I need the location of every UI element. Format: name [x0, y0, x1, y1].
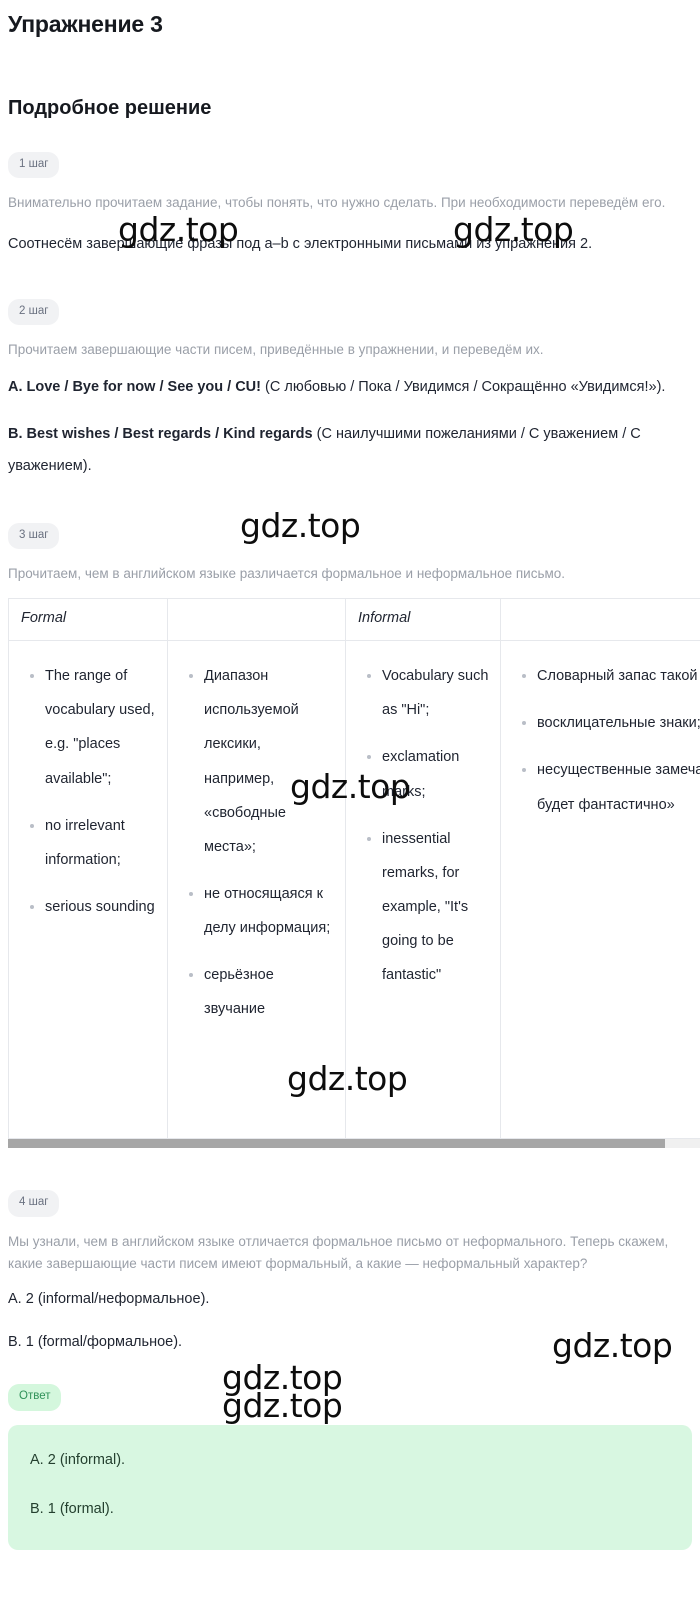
table-header-row: Formal Informal [9, 599, 700, 641]
table-header-formal: Formal [9, 599, 168, 641]
list-item: восклицательные знаки; [537, 706, 700, 740]
formal-ru-list: Диапазон используемой лексики, например,… [178, 659, 335, 1026]
table-row: The range of vocabulary used, e.g. "plac… [9, 641, 700, 1139]
list-item: несущественные замечания, например: «Это… [537, 753, 700, 821]
table-header-formal-ru [168, 599, 346, 641]
step-4-intro: Мы узнали, чем в английском языке отлича… [8, 1231, 692, 1275]
page-title: Упражнение 3 [8, 10, 692, 39]
step-4-result-b: B. 1 (formal/формальное). [8, 1331, 692, 1353]
list-item: серьёзное звучание [204, 958, 335, 1026]
step-badge-1: 1 шаг [8, 152, 59, 179]
step-badge-4: 4 шаг [8, 1190, 59, 1217]
step-2-item-b: B. Best wishes / Best regards / Kind reg… [8, 418, 692, 483]
list-item: exclamation marks; [382, 740, 490, 808]
answer-badge: Ответ [8, 1384, 61, 1411]
solution-page: Упражнение 3 Подробное решение 1 шаг Вни… [0, 10, 700, 1550]
formal-informal-table: Formal Informal The range of vocabulary … [8, 598, 700, 1139]
step-2-item-a-bold: A. Love / Bye for now / See you / CU! [8, 379, 261, 395]
section-title: Подробное решение [8, 96, 692, 121]
informal-en-list: Vocabulary such as "Hi"; exclamation mar… [356, 659, 490, 992]
step-4-result-a: A. 2 (informal/неформальное). [8, 1288, 692, 1310]
step-2-item-a-rest: (С любовью / Пока / Увидимся / Сокращённ… [261, 379, 665, 395]
informal-ru-list: Словарный запас такой как «Привет»; воск… [511, 659, 700, 821]
list-item: не относящаяся к делу информация; [204, 877, 335, 945]
answer-line-a: A. 2 (informal). [30, 1450, 670, 1472]
step-2-item-a: A. Love / Bye for now / See you / CU! (С… [8, 371, 692, 404]
step-badge-2: 2 шаг [8, 299, 59, 326]
horizontal-scrollbar[interactable] [8, 1139, 700, 1148]
list-item: Диапазон используемой лексики, например,… [204, 659, 335, 863]
table-cell-formal-en: The range of vocabulary used, e.g. "plac… [9, 641, 168, 1139]
list-item: serious sounding [45, 890, 157, 924]
list-item: no irrelevant information; [45, 809, 157, 877]
formal-en-list: The range of vocabulary used, e.g. "plac… [19, 659, 157, 923]
answer-box: A. 2 (informal). B. 1 (formal). [8, 1425, 692, 1551]
step-1-intro: Внимательно прочитаем задание, чтобы пон… [8, 192, 692, 214]
step-2-intro: Прочитаем завершающие части писем, приве… [8, 339, 692, 361]
comparison-table-scroll-area[interactable]: Formal Informal The range of vocabulary … [8, 598, 700, 1139]
table-cell-formal-ru: Диапазон используемой лексики, например,… [168, 641, 346, 1139]
step-3-intro: Прочитаем, чем в английском языке различ… [8, 563, 692, 585]
step-2-item-b-bold: B. Best wishes / Best regards / Kind reg… [8, 426, 313, 442]
step-badge-3: 3 шаг [8, 523, 59, 550]
answer-line-b: B. 1 (formal). [30, 1499, 670, 1521]
table-header-informal: Informal [346, 599, 501, 641]
table-cell-informal-ru: Словарный запас такой как «Привет»; воск… [501, 641, 700, 1139]
table-cell-informal-en: Vocabulary such as "Hi"; exclamation mar… [346, 641, 501, 1139]
scrollbar-thumb[interactable] [8, 1139, 665, 1148]
list-item: The range of vocabulary used, e.g. "plac… [45, 659, 157, 795]
list-item: Словарный запас такой как «Привет»; [537, 659, 700, 693]
table-header-informal-ru [501, 599, 700, 641]
list-item: inessential remarks, for example, "It's … [382, 822, 490, 992]
list-item: Vocabulary such as "Hi"; [382, 659, 490, 727]
step-1-line-1: Соотнесём завершающие фразы под a–b с эл… [8, 228, 692, 261]
